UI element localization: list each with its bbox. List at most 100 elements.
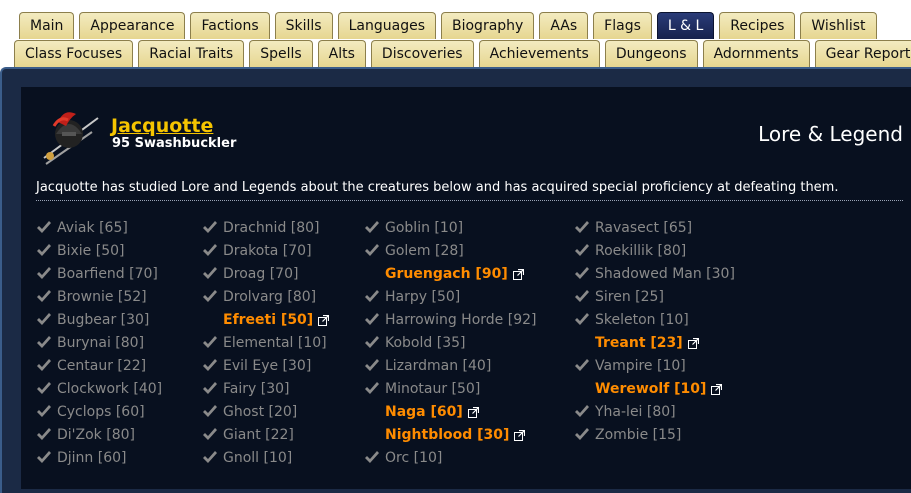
external-link-icon[interactable] (318, 314, 330, 326)
checkmark-icon (364, 358, 380, 373)
creature-item: Fairy [30] (202, 377, 329, 400)
creature-label: Boarfiend [70] (57, 265, 158, 282)
creature-link[interactable]: Werewolf [10] (574, 377, 735, 400)
checkmark-icon (36, 335, 52, 350)
creature-label: Shadowed Man [30] (595, 265, 735, 282)
checkmark-icon (574, 243, 590, 258)
creature-item: Di'Zok [80] (36, 423, 162, 446)
checkmark-icon (364, 450, 380, 465)
creature-label: Drakota [70] (223, 242, 312, 259)
creature-label: Gruengach [90] (385, 265, 508, 282)
tab-l-l[interactable]: L & L (656, 12, 715, 39)
creature-item: Yha-lei [80] (574, 400, 735, 423)
creature-label: Clockwork [40] (57, 380, 163, 397)
character-name-link[interactable]: Jacquotte (111, 115, 213, 137)
tab-languages[interactable]: Languages (337, 12, 436, 39)
creature-link[interactable]: Naga [60] (364, 400, 536, 423)
creature-label: Brownie [52] (57, 288, 147, 305)
creature-item: Orc [10] (364, 446, 536, 469)
external-link-icon[interactable] (514, 429, 526, 441)
creature-label: Orc [10] (385, 449, 443, 466)
creature-label: Ravasect [65] (595, 219, 693, 236)
checkmark-icon (574, 358, 590, 373)
class-emblem-icon (40, 104, 104, 168)
checkmark-icon (574, 404, 590, 419)
creature-link[interactable]: Efreeti [50] (202, 308, 330, 331)
checkmark-icon (364, 289, 380, 304)
checkmark-icon (202, 358, 218, 373)
creature-item: Djinn [60] (36, 446, 162, 469)
creature-label: Evil Eye [30] (223, 357, 312, 374)
tab-skills[interactable]: Skills (274, 12, 333, 39)
creature-item: Bugbear [30] (36, 308, 162, 331)
tab-main[interactable]: Main (19, 12, 75, 39)
creature-item: Drachnid [80] (202, 216, 329, 239)
section-title: Lore & Legend (758, 122, 903, 146)
tab-alts[interactable]: Alts (317, 40, 366, 67)
creature-item: Burynai [80] (36, 331, 162, 354)
tab-discoveries[interactable]: Discoveries (370, 40, 474, 67)
creature-item: Roekillik [80] (574, 239, 735, 262)
creature-item: Giant [22] (202, 423, 329, 446)
creature-item: Skeleton [10] (574, 308, 735, 331)
tab-class-focuses[interactable]: Class Focuses (14, 40, 134, 67)
creature-item: Elemental [10] (202, 331, 329, 354)
creature-item: Aviak [65] (36, 216, 162, 239)
external-link-icon[interactable] (711, 383, 723, 395)
tab-aas[interactable]: AAs (539, 12, 589, 39)
checkmark-icon (36, 358, 52, 373)
creature-label: Efreeti [50] (223, 311, 314, 328)
external-link-icon[interactable] (467, 406, 479, 418)
tab-racial-traits[interactable]: Racial Traits (138, 40, 245, 67)
creature-item: Brownie [52] (36, 285, 162, 308)
external-link-icon[interactable] (687, 337, 699, 349)
tab-appearance[interactable]: Appearance (79, 12, 186, 39)
character-level-class: 95 Swashbuckler (112, 136, 237, 151)
checkmark-icon (36, 404, 52, 419)
tab-flags[interactable]: Flags (593, 12, 652, 39)
creature-label: Drachnid [80] (223, 219, 320, 236)
tab-wishlist[interactable]: Wishlist (800, 12, 877, 39)
creature-label: Elemental [10] (223, 334, 327, 351)
creature-label: Droag [70] (223, 265, 299, 282)
creature-label: Bixie [50] (57, 242, 125, 259)
creature-column-1: Aviak [65] Bixie [50] Boarfiend [70] Browni… (36, 216, 162, 469)
creature-item: Zombie [15] (574, 423, 735, 446)
tab-biography[interactable]: Biography (441, 12, 535, 39)
checkmark-icon (364, 335, 380, 350)
creature-item: Shadowed Man [30] (574, 262, 735, 285)
checkmark-icon (202, 335, 218, 350)
tab-spells[interactable]: Spells (249, 40, 313, 67)
creature-link[interactable]: Treant [23] (574, 331, 735, 354)
creature-link[interactable]: Gruengach [90] (364, 262, 536, 285)
tab-recipes[interactable]: Recipes (719, 12, 796, 39)
creature-link[interactable]: Nightblood [30] (364, 423, 536, 446)
tab-dungeons[interactable]: Dungeons (604, 40, 698, 67)
creature-label: Harpy [50] (385, 288, 461, 305)
tab-achievements[interactable]: Achievements (478, 40, 600, 67)
creature-item: Ravasect [65] (574, 216, 735, 239)
checkmark-icon (574, 220, 590, 235)
creature-label: Werewolf [10] (595, 380, 707, 397)
checkmark-icon (202, 404, 218, 419)
creature-label: Siren [25] (595, 288, 664, 305)
creature-column-3: Goblin [10] Golem [28] Gruengach [90] Harpy… (364, 216, 536, 469)
checkmark-icon (574, 289, 590, 304)
creature-label: Cyclops [60] (57, 403, 145, 420)
checkmark-icon (36, 289, 52, 304)
creature-item: Cyclops [60] (36, 400, 162, 423)
creature-item: Harrowing Horde [92] (364, 308, 536, 331)
tab-adornments[interactable]: Adornments (702, 40, 810, 67)
creature-item: Vampire [10] (574, 354, 735, 377)
checkmark-icon (36, 381, 52, 396)
creature-label: Yha-lei [80] (595, 403, 676, 420)
creature-label: Aviak [65] (57, 219, 128, 236)
checkmark-icon (202, 220, 218, 235)
creature-label: Gnoll [10] (223, 449, 293, 466)
creature-item: Centaur [22] (36, 354, 162, 377)
tab-gear-report[interactable]: Gear Report (814, 40, 911, 67)
external-link-icon[interactable] (512, 268, 524, 280)
tab-factions[interactable]: Factions (190, 12, 270, 39)
intro-text: Jacquotte has studied Lore and Legends a… (36, 179, 903, 201)
creature-item: Golem [28] (364, 239, 536, 262)
